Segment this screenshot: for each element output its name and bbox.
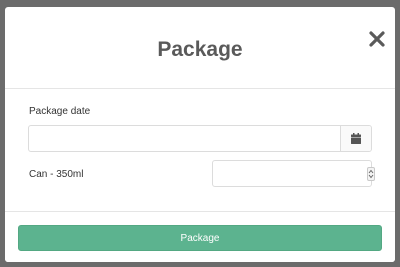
calendar-icon (351, 133, 361, 144)
close-button[interactable] (367, 29, 387, 49)
modal-header: Package (5, 7, 395, 89)
quantity-group (212, 160, 375, 187)
item-label: Can - 350ml (29, 169, 84, 180)
quantity-stepper[interactable] (367, 166, 375, 181)
modal-body: Package date Can - 350ml (5, 89, 395, 211)
package-modal: Package Package date Can - 350ml Package (5, 7, 395, 262)
package-date-label: Package date (29, 106, 91, 117)
package-date-input[interactable] (29, 126, 340, 151)
modal-footer: Package (5, 211, 395, 262)
calendar-button[interactable] (340, 126, 371, 151)
spinner-arrows-icon (368, 169, 374, 178)
modal-title: Package (157, 38, 243, 61)
close-icon (369, 31, 385, 47)
package-submit-button[interactable]: Package (18, 225, 382, 251)
quantity-input[interactable] (213, 161, 367, 186)
package-date-group (28, 125, 372, 152)
